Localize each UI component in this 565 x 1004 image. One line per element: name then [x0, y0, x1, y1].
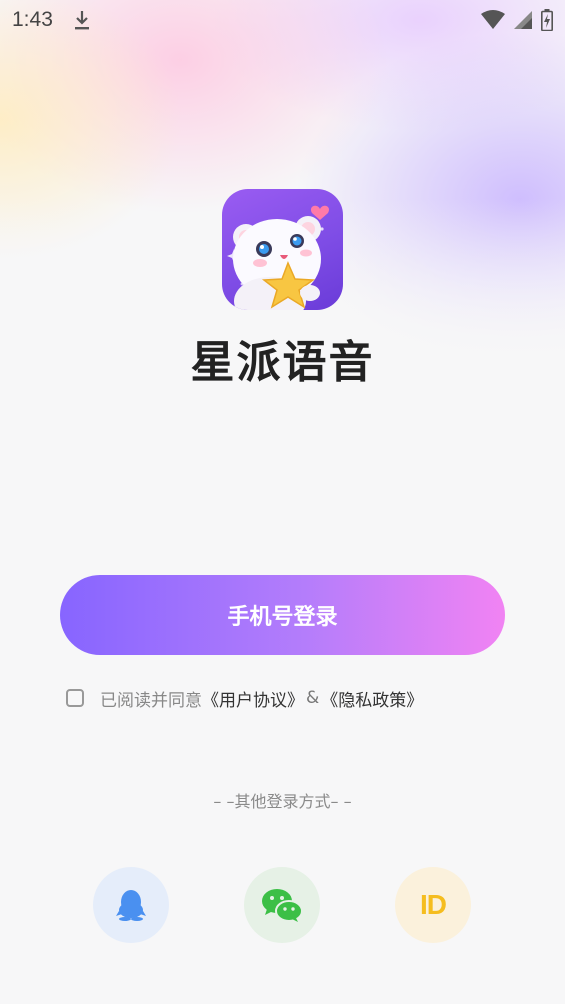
agreement-prefix: 已阅读并同意 — [100, 690, 202, 711]
status-bar: 1:43 — [0, 0, 565, 40]
status-icons — [481, 9, 553, 31]
wechat-login-button[interactable] — [244, 867, 320, 943]
id-icon: ID — [420, 889, 447, 920]
agreement-row: 已阅读并同意 《用户协议》 & 《隐私政策》 — [66, 686, 423, 711]
qq-login-button[interactable] — [93, 867, 169, 943]
privacy-policy-link[interactable]: 《隐私政策》 — [321, 686, 423, 711]
download-icon — [74, 11, 89, 30]
wifi-icon — [481, 10, 505, 29]
qq-penguin-icon — [116, 890, 146, 921]
agreement-amp: & — [306, 688, 320, 708]
user-agreement-link[interactable]: 《用户协议》 — [202, 686, 304, 711]
cellular-signal-icon — [514, 11, 532, 29]
app-name-logo: 星派语音 — [190, 337, 375, 388]
wechat-icon — [262, 889, 303, 922]
phone-login-button[interactable]: 手机号登录 — [60, 575, 505, 655]
app-logo-icon — [222, 189, 343, 310]
other-login-label: – –其他登录方式– – — [213, 792, 352, 811]
agreement-checkbox[interactable] — [66, 689, 84, 707]
id-login-button[interactable]: ID — [395, 867, 471, 943]
status-time: 1:43 — [12, 8, 53, 31]
battery-charging-icon — [541, 9, 553, 31]
